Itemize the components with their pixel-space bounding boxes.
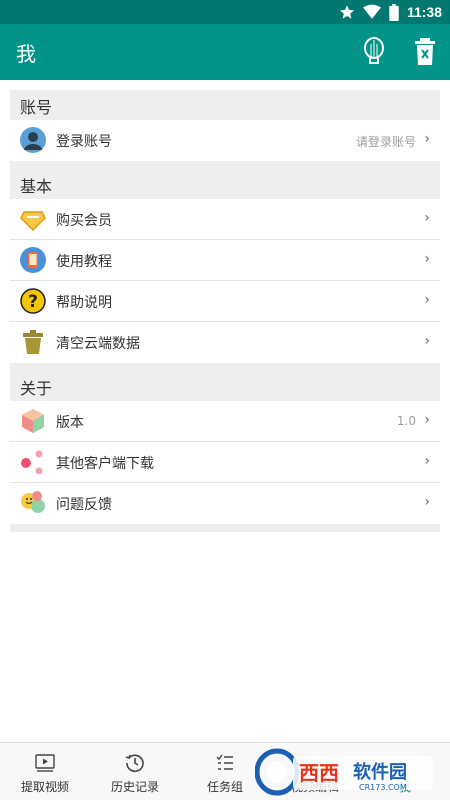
row-login[interactable]: 登录账号 请登录账号 ›	[10, 120, 440, 161]
tasklist-icon	[216, 754, 233, 770]
chevron-right-icon: ›	[424, 412, 430, 428]
tab-history[interactable]: 历史记录	[95, 743, 175, 800]
video-icon	[35, 754, 55, 772]
watermark-text-blue: 软件园	[353, 761, 407, 783]
chevron-right-icon: ›	[424, 494, 430, 510]
watermark-text-red: 西西	[299, 761, 339, 785]
row-label: 登录账号	[56, 134, 112, 150]
chevron-right-icon: ›	[424, 292, 430, 308]
row-label: 其他客户端下载	[56, 456, 154, 472]
tab-label: 提取视频	[20, 780, 69, 794]
help-icon: ?	[20, 288, 46, 314]
section-header-account: 账号	[10, 90, 440, 120]
row-feedback[interactable]: 问题反馈 ›	[10, 483, 440, 524]
chevron-right-icon: ›	[424, 251, 430, 267]
tab-label: 任务组	[206, 780, 243, 794]
status-time: 11:38	[406, 4, 442, 20]
row-other-clients[interactable]: 其他客户端下载 ›	[10, 442, 440, 483]
wifi-icon	[362, 4, 381, 19]
cube-icon	[22, 409, 44, 433]
row-help[interactable]: ? 帮助说明 ›	[10, 281, 440, 322]
row-label: 使用教程	[56, 254, 112, 270]
row-buy-vip[interactable]: 购买会员 ›	[10, 199, 440, 240]
star-icon	[339, 5, 354, 19]
tab-label: 历史记录	[110, 780, 159, 794]
tutorial-icon	[20, 247, 46, 273]
trash-icon[interactable]	[414, 38, 436, 66]
watermark-subtext: CR173.COM	[359, 783, 407, 792]
share-icon	[21, 450, 43, 475]
row-label: 帮助说明	[56, 295, 112, 311]
watermark-logo: 西西 软件园 CR173.COM	[255, 748, 433, 796]
chevron-right-icon: ›	[424, 210, 430, 226]
section-gap	[10, 161, 440, 169]
section-gap	[10, 363, 440, 371]
chevron-right-icon: ›	[424, 131, 430, 147]
row-label: 版本	[56, 415, 84, 431]
row-clear-cloud[interactable]: 清空云端数据 ›	[10, 322, 440, 363]
status-bar: 11:38	[0, 0, 450, 24]
avatar-icon	[20, 127, 46, 153]
tab-extract-video[interactable]: 提取视频	[5, 743, 85, 800]
row-label: 清空云端数据	[56, 336, 140, 352]
chevron-right-icon: ›	[424, 453, 430, 469]
row-tutorial[interactable]: 使用教程 ›	[10, 240, 440, 281]
app-bar: 我	[0, 24, 450, 80]
chevron-right-icon: ›	[424, 333, 430, 349]
row-version[interactable]: 版本 1.0 ›	[10, 401, 440, 442]
diamond-icon	[20, 211, 46, 232]
history-icon	[125, 754, 144, 773]
trash-bin-icon	[23, 330, 43, 354]
row-value: 请登录账号	[355, 135, 416, 149]
svg-text:?: ?	[28, 292, 38, 312]
row-label: 购买会员	[56, 213, 112, 229]
section-header-basic: 基本	[10, 169, 440, 199]
tab-task-group[interactable]: 任务组	[185, 743, 265, 800]
section-header-about: 关于	[10, 371, 440, 401]
feedback-icon	[21, 491, 45, 513]
settings-list: 账号 登录账号 请登录账号 › 基本 购买会员 › 使用教程 › ? 帮助说明 …	[10, 90, 440, 532]
section-gap	[10, 524, 440, 532]
page-title: 我	[16, 42, 36, 66]
lightbulb-icon[interactable]	[360, 36, 388, 68]
battery-icon	[389, 3, 399, 21]
row-value: 1.0	[396, 414, 416, 428]
row-label: 问题反馈	[56, 497, 112, 513]
